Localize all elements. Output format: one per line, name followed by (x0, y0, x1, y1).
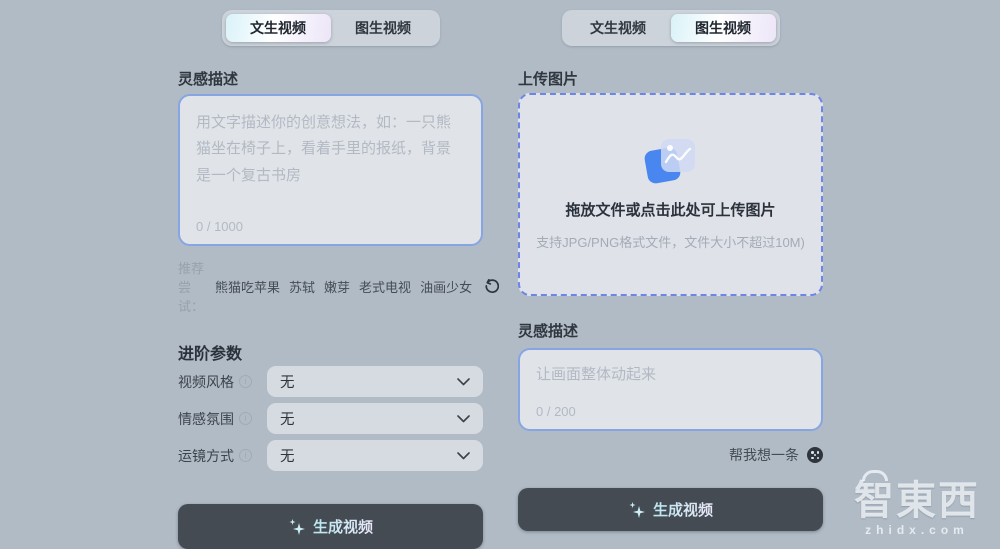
image-to-video-panel: 文生视频 图生视频 上传图片 拖放文件或点击此处可上传图片 支持JPG/PNG格… (518, 0, 823, 531)
advanced-params-title: 进阶参数 (178, 340, 483, 360)
param-row-video-style: 视频风格 i 无 (178, 366, 483, 397)
inspiration-label: 灵感描述 (518, 320, 823, 340)
info-icon[interactable]: i (239, 449, 252, 462)
inspiration-textarea-wrap: 0 / 200 (518, 348, 823, 431)
generate-button-label: 生成视频 (313, 516, 373, 537)
watermark-antenna-arc (862, 470, 888, 481)
inspiration-textarea[interactable] (180, 96, 481, 244)
generate-video-button[interactable]: 生成视频 (178, 504, 483, 549)
camera-dropdown[interactable]: 无 (267, 440, 483, 471)
upload-sub-text: 支持JPG/PNG格式文件，文件大小不超过10M) (536, 232, 805, 251)
suggestion-tag[interactable]: 油画少女 (420, 277, 472, 296)
suggestion-tag[interactable]: 老式电视 (359, 277, 411, 296)
dropdown-value: 无 (280, 445, 295, 466)
param-label-text: 运镜方式 (178, 446, 234, 466)
suggest-one-link[interactable]: 帮我想一条 (729, 445, 799, 465)
inspiration-textarea-wrap: 0 / 1000 (178, 94, 483, 246)
sparkle-icon (288, 518, 306, 536)
info-icon[interactable]: i (239, 375, 252, 388)
image-upload-icon (644, 139, 698, 185)
dropdown-value: 无 (280, 371, 295, 392)
suggestions-hint: 推荐尝试： (178, 258, 204, 315)
refresh-suggestions-button[interactable] (483, 279, 499, 295)
zhidx-watermark: 智東西 zhidx.com (842, 470, 992, 537)
upload-main-text: 拖放文件或点击此处可上传图片 (565, 199, 775, 220)
upload-dropzone[interactable]: 拖放文件或点击此处可上传图片 支持JPG/PNG格式文件，文件大小不超过10M) (518, 93, 823, 296)
tab-text-to-video[interactable]: 文生视频 (226, 14, 331, 42)
refresh-icon (483, 279, 499, 295)
inspiration-label: 灵感描述 (178, 68, 483, 88)
tab-image-to-video[interactable]: 图生视频 (331, 14, 436, 42)
mode-tabs-left: 文生视频 图生视频 (222, 10, 440, 46)
watermark-brand: 智東西 (842, 481, 992, 521)
suggestion-tag[interactable]: 苏轼 (289, 277, 315, 296)
generate-video-button[interactable]: 生成视频 (518, 488, 823, 531)
mode-tabs-right: 文生视频 图生视频 (562, 10, 780, 46)
watermark-domain: zhidx.com (842, 523, 992, 537)
param-row-camera: 运镜方式 i 无 (178, 440, 483, 471)
param-label: 情感氛围 i (178, 409, 267, 429)
tab-text-to-video[interactable]: 文生视频 (566, 14, 671, 42)
sparkle-icon (628, 501, 646, 519)
mood-dropdown[interactable]: 无 (267, 403, 483, 434)
chevron-down-icon (457, 378, 470, 386)
inspiration-textarea[interactable] (520, 350, 821, 429)
tab-image-to-video[interactable]: 图生视频 (671, 14, 776, 42)
param-label-text: 视频风格 (178, 372, 234, 392)
chevron-down-icon (457, 415, 470, 423)
video-style-dropdown[interactable]: 无 (267, 366, 483, 397)
helper-row: 帮我想一条 (518, 445, 823, 465)
dice-icon[interactable] (807, 447, 823, 463)
dropdown-value: 无 (280, 408, 295, 429)
param-label-text: 情感氛围 (178, 409, 234, 429)
param-label: 运镜方式 i (178, 446, 267, 466)
suggestion-tag[interactable]: 嫩芽 (324, 277, 350, 296)
info-icon[interactable]: i (239, 412, 252, 425)
suggestion-tag[interactable]: 熊猫吃苹果 (215, 277, 280, 296)
generate-button-label: 生成视频 (653, 499, 713, 520)
suggestions-row: 推荐尝试： 熊猫吃苹果 苏轼 嫩芽 老式电视 油画少女 (178, 258, 483, 315)
upload-label: 上传图片 (518, 68, 823, 88)
chevron-down-icon (457, 452, 470, 460)
text-to-video-panel: 文生视频 图生视频 灵感描述 0 / 1000 推荐尝试： 熊猫吃苹果 苏轼 嫩… (178, 0, 483, 549)
param-label: 视频风格 i (178, 372, 267, 392)
param-row-mood: 情感氛围 i 无 (178, 403, 483, 434)
